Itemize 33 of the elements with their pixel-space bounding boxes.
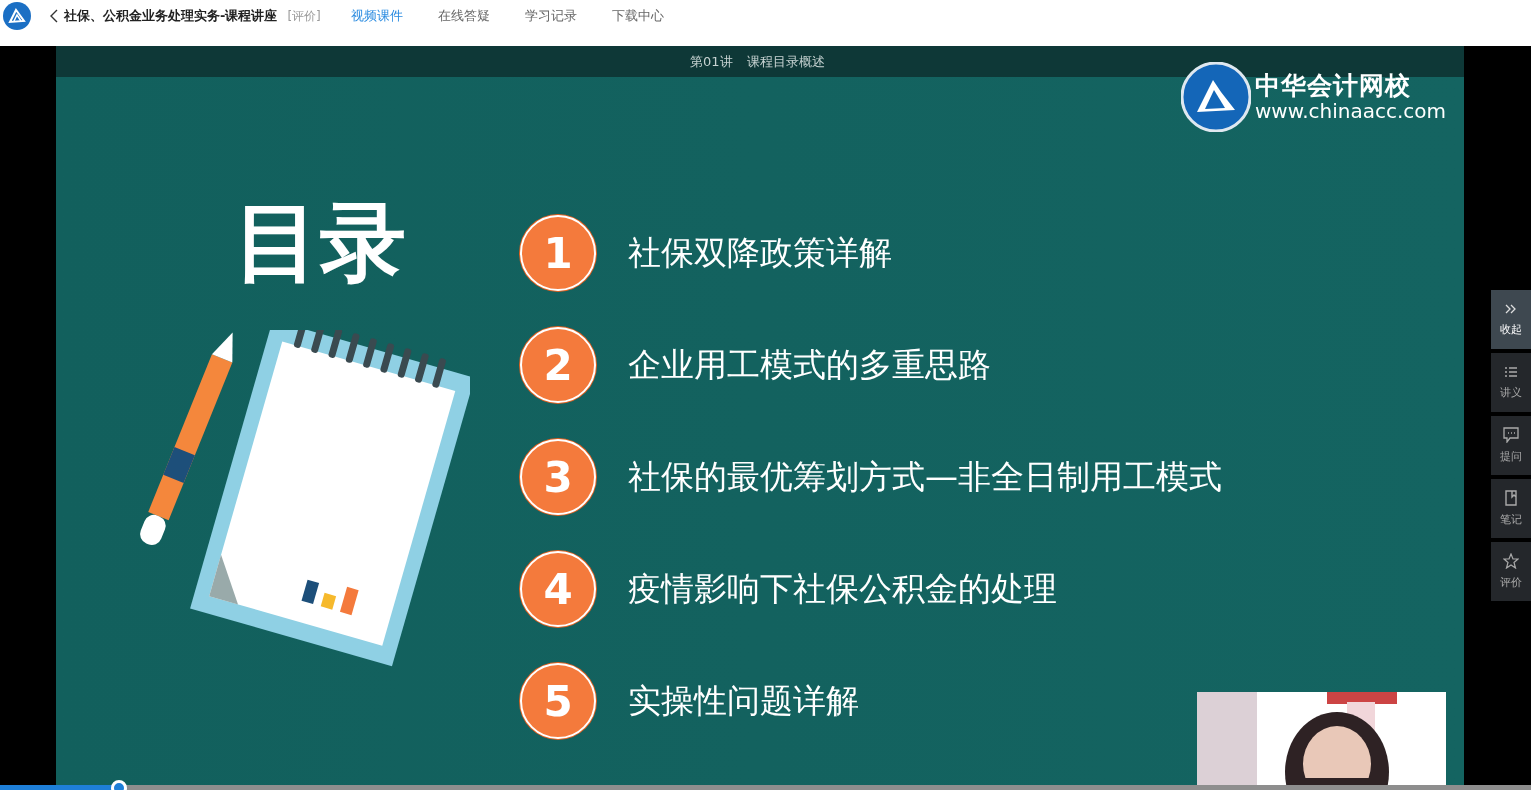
outline-item: 社保的最优筹划方式—非全日制用工模式	[628, 455, 1222, 498]
brand-url: www.chinaacc.com	[1254, 99, 1446, 122]
side-panel-button[interactable]: 评价	[1491, 542, 1531, 601]
comment-icon	[1503, 427, 1519, 443]
lecture-title: 课程目录概述	[746, 52, 825, 71]
progress-track[interactable]	[0, 785, 1531, 790]
outline-item: 企业用工模式的多重思路	[628, 343, 991, 386]
side-panel-button[interactable]: 收起	[1491, 290, 1531, 349]
course-title: 社保、公积金业务处理实务-课程讲座	[64, 7, 278, 25]
side-panel-button[interactable]: 提问	[1491, 416, 1531, 475]
slide-heading: 目录	[234, 195, 407, 290]
star-icon	[1503, 553, 1519, 569]
list-icon	[1504, 365, 1518, 379]
nav-tab[interactable]: 视频课件	[350, 7, 403, 25]
number-badge: 3	[520, 439, 596, 515]
number-badge: 1	[520, 215, 596, 291]
nav-tab[interactable]: 在线答疑	[437, 7, 490, 25]
brand-logo-icon	[1180, 62, 1251, 132]
number-badge: 5	[520, 663, 596, 739]
nav-tab[interactable]: 下载中心	[611, 7, 664, 25]
nav-tab[interactable]: 学习记录	[524, 7, 577, 25]
outline-item: 疫情影响下社保公积金的处理	[628, 567, 1057, 610]
outline-item: 实操性问题详解	[628, 679, 859, 722]
back-icon[interactable]	[50, 9, 58, 23]
side-panel-button[interactable]: 笔记	[1491, 479, 1531, 538]
number-badge: 2	[520, 327, 596, 403]
side-panel-button[interactable]: 讲义	[1491, 353, 1531, 412]
brand-name: 中华会计网校	[1254, 72, 1412, 100]
number-badge: 4	[520, 551, 596, 627]
collapse-icon	[1504, 302, 1518, 316]
outline-item: 社保双降政策详解	[628, 231, 892, 274]
note-icon	[1504, 490, 1518, 506]
lecture-number: 第01讲	[690, 52, 733, 71]
